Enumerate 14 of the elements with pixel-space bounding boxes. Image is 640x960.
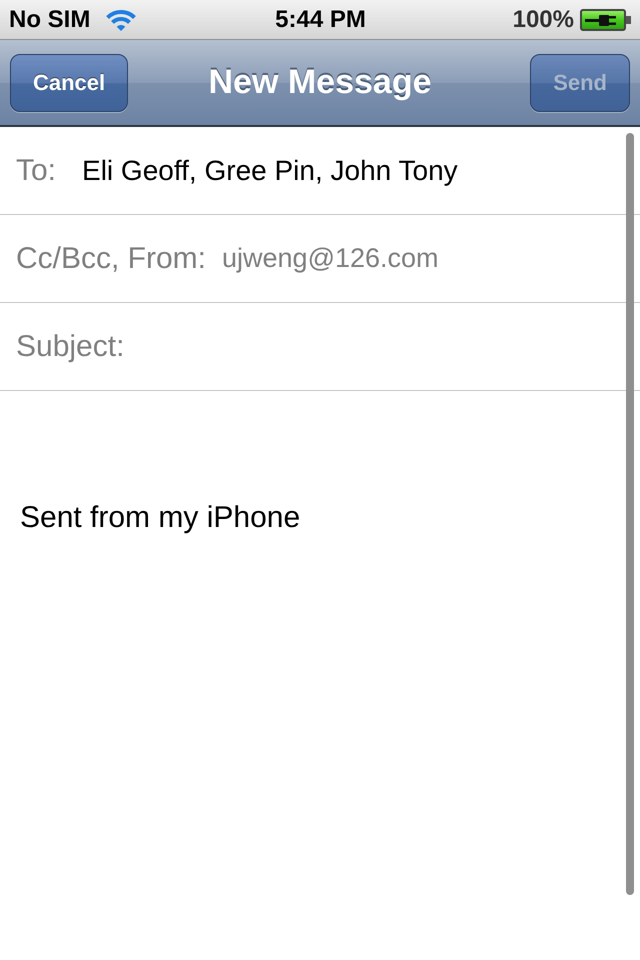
message-body-field[interactable]: Sent from my iPhone (0, 391, 620, 960)
subject-label: Subject: (16, 330, 124, 364)
battery-percent-text: 100% (512, 6, 574, 34)
to-label: To: (16, 154, 56, 188)
screen-title: New Message (208, 63, 432, 102)
signature-text: Sent from my iPhone (20, 501, 300, 535)
to-field[interactable]: Eli Geoff, Gree Pin, John Tony (82, 154, 458, 186)
carrier-text: No SIM (9, 6, 90, 34)
cc-bcc-from-label: Cc/Bcc, From: (16, 242, 206, 276)
clock-text: 5:44 PM (275, 6, 366, 34)
cancel-button[interactable]: Cancel (10, 54, 128, 112)
battery-charging-icon (580, 8, 632, 30)
from-field[interactable]: ujweng@126.com (222, 243, 439, 274)
wifi-icon (104, 8, 138, 32)
